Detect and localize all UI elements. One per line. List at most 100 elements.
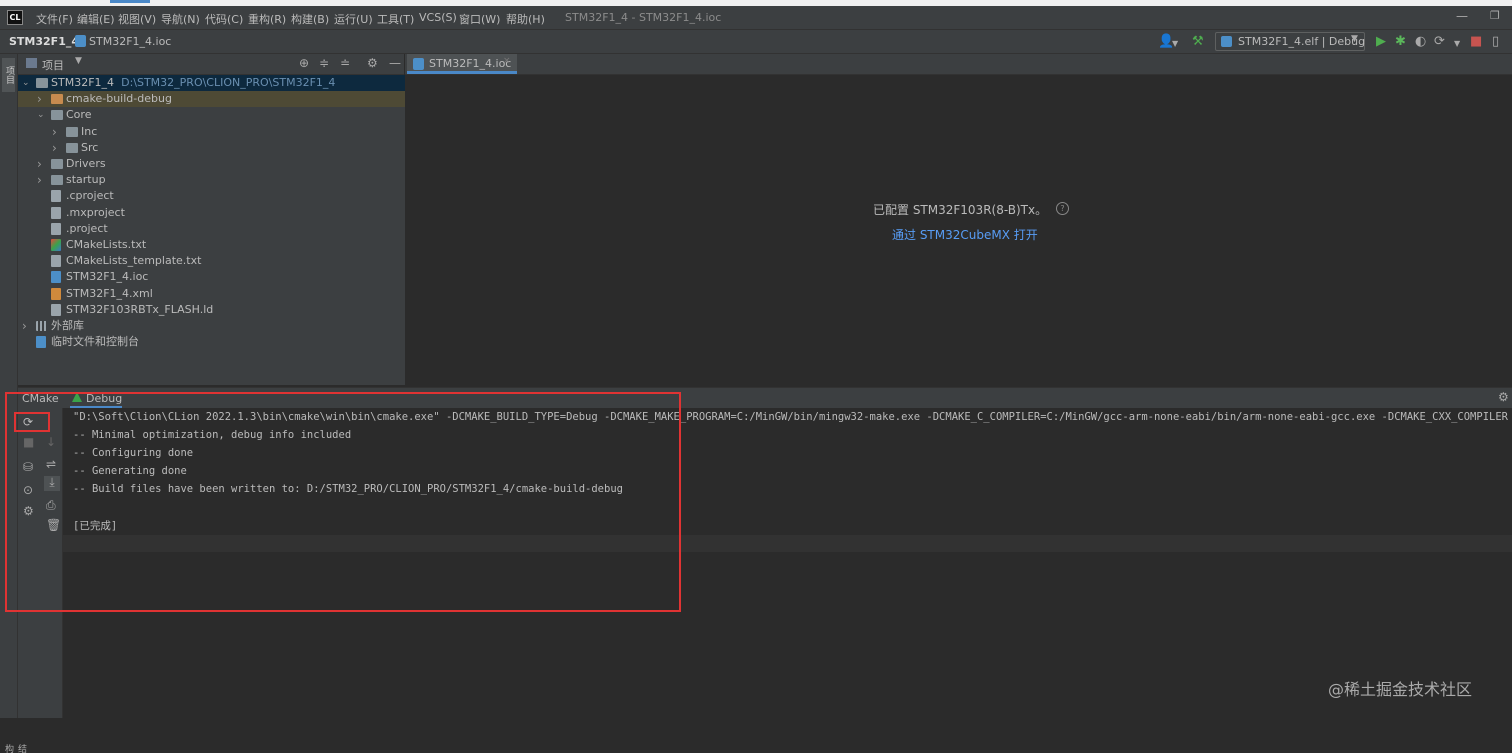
menu-tools[interactable]: 工具(T)	[377, 11, 414, 27]
menu-file[interactable]: 文件(F)	[36, 11, 73, 27]
mcu-config-message: 已配置 STM32F103R(8-B)Tx。	[873, 203, 1048, 217]
editor-tab-label: STM32F1_4.ioc	[429, 57, 512, 70]
run-icon[interactable]: ▶	[1376, 34, 1386, 49]
chevron-down-icon[interactable]: ▼	[75, 56, 82, 66]
menu-vcs[interactable]: VCS(S)	[419, 11, 457, 24]
menu-window[interactable]: 窗口(W)	[459, 11, 500, 27]
menu-navigate[interactable]: 导航(N)	[161, 11, 200, 27]
menu-view[interactable]: 视图(V)	[118, 11, 156, 27]
folder-icon	[51, 159, 63, 169]
chevron-down-icon[interactable]: ▼	[1172, 36, 1178, 51]
chevron-right-icon[interactable]: ›	[37, 91, 42, 107]
tree-item[interactable]: › Src	[18, 140, 405, 156]
tree-item[interactable]: ⌄ Core	[18, 107, 405, 123]
window-title: STM32F1_4 - STM32F1_4.ioc	[565, 11, 722, 24]
tree-item[interactable]: .cproject	[18, 188, 405, 204]
menu-edit[interactable]: 编辑(E)	[77, 11, 115, 27]
navigation-bar: STM32F1_4 STM32F1_4.ioc 👤 ▼ ⚒ STM32F1_4.…	[0, 30, 1512, 54]
folder-icon	[66, 126, 78, 137]
tree-item[interactable]: ⌄ STM32F1_4 D:\STM32_PRO\CLION_PRO\STM32F1…	[18, 75, 405, 91]
chevron-down-icon[interactable]: ▼	[1454, 36, 1460, 51]
expand-all-icon[interactable]: ≑	[319, 56, 329, 70]
tree-item[interactable]: › startup	[18, 172, 405, 188]
tree-item[interactable]: STM32F103RBTx_FLASH.ld	[18, 302, 405, 318]
ioc-file-icon	[413, 58, 424, 70]
breadcrumb-project[interactable]: STM32F1_4	[9, 35, 79, 48]
tree-item[interactable]: STM32F1_4.ioc	[18, 269, 405, 285]
chevron-down-icon[interactable]: ⌄	[22, 75, 30, 91]
tree-item-label: 临时文件和控制台	[51, 335, 139, 349]
close-icon[interactable]: ×	[503, 56, 511, 66]
tree-item-label: cmake-build-debug	[66, 92, 172, 106]
file-icon	[51, 255, 61, 268]
library-icon	[36, 321, 48, 331]
tree-item-label: .project	[66, 221, 108, 235]
tree-item[interactable]: › cmake-build-debug	[18, 91, 405, 108]
collapse-all-icon[interactable]: ≐	[340, 56, 350, 70]
debug-bug-icon[interactable]: ✱	[1395, 34, 1406, 49]
folder-icon	[51, 110, 63, 121]
menu-run[interactable]: 运行(U)	[334, 11, 373, 27]
help-icon[interactable]: ?	[1056, 202, 1069, 215]
tree-item[interactable]: .mxproject	[18, 205, 405, 221]
project-panel-title[interactable]: 项目	[42, 57, 64, 73]
gear-icon[interactable]: ⚙	[367, 56, 378, 70]
gear-icon[interactable]: ⚙	[1498, 390, 1509, 404]
minimize-icon[interactable]: —	[1456, 9, 1468, 23]
tree-item[interactable]: STM32F1_4.xml	[18, 286, 405, 302]
chevron-down-icon: ▼	[1351, 34, 1358, 44]
tree-item-label: Inc	[81, 124, 98, 138]
search-everywhere-icon[interactable]: ▯	[1492, 34, 1499, 49]
tree-item[interactable]: › Inc	[18, 124, 405, 140]
menu-refactor[interactable]: 重构(R)	[248, 11, 286, 27]
tree-item-label: STM32F1_4.ioc	[66, 270, 149, 284]
profile-icon[interactable]: ⟳	[1434, 34, 1445, 49]
tree-item[interactable]: CMakeLists.txt	[18, 237, 405, 253]
tree-item[interactable]: › 外部库	[18, 318, 405, 334]
tree-item[interactable]: 临时文件和控制台	[18, 334, 405, 350]
tree-item[interactable]: CMakeLists_template.txt	[18, 253, 405, 269]
chevron-right-icon[interactable]: ›	[37, 156, 42, 172]
chevron-right-icon[interactable]: ›	[22, 318, 27, 334]
editor-tab-ioc[interactable]: STM32F1_4.ioc ×	[407, 54, 517, 74]
coverage-icon[interactable]: ◐	[1415, 34, 1426, 49]
tree-item-label: Drivers	[66, 157, 106, 170]
screen-top-strip-accent	[110, 0, 150, 3]
left-tool-stripe: 项目 结构	[0, 54, 26, 753]
chevron-down-icon[interactable]: ⌄	[37, 107, 45, 123]
tree-item-label: Src	[81, 140, 99, 154]
menu-bar: CL 文件(F) 编辑(E) 视图(V) 导航(N) 代码(C) 重构(R) 构…	[0, 6, 1512, 30]
annotation-box	[5, 392, 681, 612]
stop-icon[interactable]: ■	[1470, 34, 1482, 49]
hide-panel-icon[interactable]: —	[389, 56, 401, 70]
locate-icon[interactable]: ⊕	[299, 56, 309, 70]
scratch-icon	[36, 336, 46, 349]
menu-build[interactable]: 构建(B)	[291, 11, 329, 27]
tree-item-label: STM32F103RBTx_FLASH.ld	[66, 302, 214, 316]
project-panel-header: 项目 ▼ ⊕ ≑ ≐ ⚙ —	[18, 54, 404, 75]
tree-item-label: STM32F1_4	[51, 76, 115, 89]
tool-window-structure-button[interactable]: 结构	[2, 744, 28, 753]
breadcrumb-file[interactable]: STM32F1_4.ioc	[89, 35, 171, 48]
watermark: @稀土掘金技术社区	[1328, 680, 1473, 699]
cmake-file-icon	[51, 239, 61, 251]
file-icon	[51, 190, 61, 203]
tree-item-label: .mxproject	[66, 205, 125, 219]
tree-item[interactable]: .project	[18, 221, 405, 237]
folder-icon	[66, 142, 78, 153]
tree-item[interactable]: › Drivers	[18, 156, 405, 172]
open-in-cubemx-link[interactable]: 通过 STM32CubeMX 打开	[892, 226, 1038, 243]
build-hammer-icon[interactable]: ⚒	[1192, 34, 1204, 49]
tree-item-label: STM32F1_4.xml	[66, 286, 153, 300]
chevron-right-icon[interactable]: ›	[52, 124, 57, 140]
menu-help[interactable]: 帮助(H)	[506, 11, 545, 27]
menu-code[interactable]: 代码(C)	[205, 11, 243, 27]
tool-window-project-button[interactable]: 项目	[2, 58, 15, 92]
maximize-icon[interactable]: ❐	[1490, 9, 1500, 22]
chevron-right-icon[interactable]: ›	[37, 172, 42, 188]
run-config-selector[interactable]: STM32F1_4.elf | Debug ▼	[1215, 32, 1365, 51]
folder-icon	[36, 78, 48, 88]
tree-item-label: .cproject	[66, 189, 114, 203]
chevron-right-icon[interactable]: ›	[52, 140, 57, 156]
xml-file-icon	[51, 287, 61, 300]
